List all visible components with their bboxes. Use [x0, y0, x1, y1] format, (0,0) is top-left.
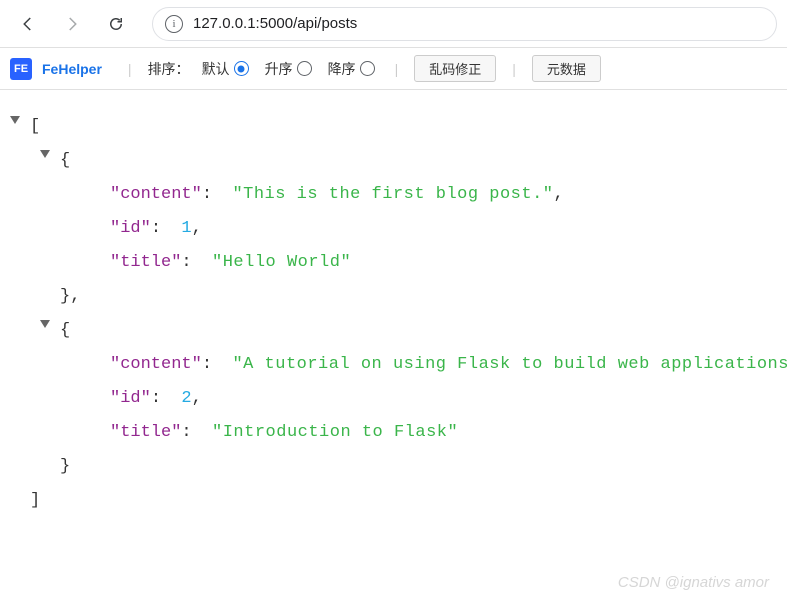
collapse-toggle-icon[interactable]	[40, 150, 50, 158]
json-object-close: }	[10, 450, 787, 484]
json-kv-id: "id": 1,	[10, 212, 787, 246]
sort-option-asc[interactable]: 升序	[265, 59, 312, 79]
collapse-toggle-icon[interactable]	[10, 116, 20, 124]
sort-asc-radio[interactable]	[297, 61, 312, 76]
metadata-button[interactable]: 元数据	[532, 55, 601, 82]
sort-desc-label: 降序	[328, 59, 356, 79]
collapse-toggle-icon[interactable]	[40, 320, 50, 328]
separator-icon: |	[512, 61, 516, 77]
url-bar[interactable]: i 127.0.0.1:5000/api/posts	[152, 7, 777, 41]
sort-default-radio[interactable]	[234, 61, 249, 76]
json-object-open: {	[10, 144, 787, 178]
url-text: 127.0.0.1:5000/api/posts	[193, 15, 357, 32]
json-kv-id: "id": 2,	[10, 382, 787, 416]
fehelper-logo-icon: FE	[10, 58, 32, 80]
sort-desc-radio[interactable]	[360, 61, 375, 76]
arrow-right-icon	[63, 15, 81, 33]
sort-default-label: 默认	[202, 59, 230, 79]
back-button[interactable]	[10, 6, 46, 42]
json-array-open: [	[10, 110, 787, 144]
reload-button[interactable]	[98, 6, 134, 42]
fehelper-toolbar: FE FeHelper | 排序： 默认 升序 降序 | 乱码修正 | 元数据	[0, 48, 787, 90]
json-object-close: },	[10, 280, 787, 314]
sort-label: 排序：	[148, 59, 190, 79]
site-info-icon[interactable]: i	[165, 15, 183, 33]
json-kv-title: "title": "Introduction to Flask"	[10, 416, 787, 450]
separator-icon: |	[395, 61, 399, 77]
sort-option-default[interactable]: 默认	[202, 59, 249, 79]
json-kv-content: "content": "A tutorial on using Flask to…	[10, 348, 787, 382]
fehelper-name: FeHelper	[42, 61, 102, 77]
watermark-text: CSDN @ignativs amor	[618, 574, 769, 591]
browser-nav-bar: i 127.0.0.1:5000/api/posts	[0, 0, 787, 48]
sort-asc-label: 升序	[265, 59, 293, 79]
json-kv-title: "title": "Hello World"	[10, 246, 787, 280]
json-array-close: ]	[10, 484, 787, 518]
fix-encoding-button[interactable]: 乱码修正	[414, 55, 496, 82]
reload-icon	[107, 15, 125, 33]
json-kv-content: "content": "This is the first blog post.…	[10, 178, 787, 212]
sort-option-desc[interactable]: 降序	[328, 59, 375, 79]
forward-button[interactable]	[54, 6, 90, 42]
json-viewer: [ { "content": "This is the first blog p…	[0, 90, 787, 518]
json-object-open: {	[10, 314, 787, 348]
separator-icon: |	[128, 61, 132, 77]
arrow-left-icon	[19, 15, 37, 33]
